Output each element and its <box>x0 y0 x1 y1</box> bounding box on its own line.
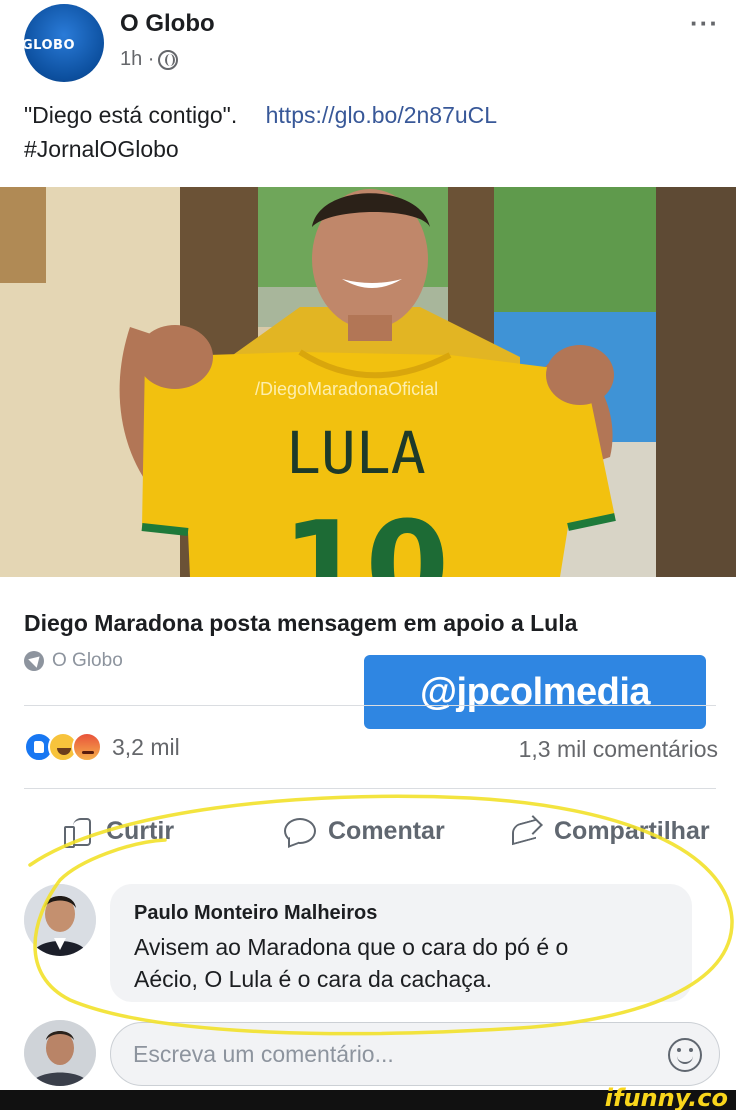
emoji-icon[interactable] <box>668 1038 702 1072</box>
page-name[interactable]: O Globo <box>120 10 215 38</box>
post-quote: "Diego está contigo". <box>24 102 238 128</box>
footer-bar: ifunny.co <box>0 1084 736 1110</box>
comment-button[interactable]: Comentar <box>282 800 445 862</box>
share-button[interactable]: Compartilhar <box>508 800 710 862</box>
post-photo[interactable]: /DiegoMaradonaOficial LULA 10 <box>0 187 736 577</box>
comment-input[interactable] <box>110 1022 720 1086</box>
comment-text: Avisem ao Maradona que o cara do pó é o … <box>134 931 668 995</box>
post-link[interactable]: https://glo.bo/2n87uCL <box>266 102 497 128</box>
article-title[interactable]: Diego Maradona posta mensagem em apoio a… <box>24 610 577 637</box>
user-avatar-image <box>24 1020 96 1086</box>
comment-line: Aécio, O Lula é o cara da cachaça. <box>134 966 492 992</box>
comment-bubble-icon <box>282 814 316 848</box>
reactions-summary[interactable]: 3,2 mil <box>24 732 180 762</box>
share-arrow-icon <box>508 814 542 848</box>
reaction-count: 3,2 mil <box>112 733 180 760</box>
post-actions: Curtir Comentar Compartilhar <box>0 800 736 862</box>
globe-icon <box>158 49 179 70</box>
comments-count[interactable]: 1,3 mil comentários <box>519 736 718 763</box>
article-source-name: O Globo <box>52 650 123 671</box>
watermark-badge: @jpcolmedia <box>364 655 706 729</box>
post-time[interactable]: 1h · <box>120 48 154 71</box>
post-text: "Diego está contigo". https://glo.bo/2n8… <box>24 98 714 166</box>
source-compass-icon <box>24 651 44 671</box>
user-avatar[interactable] <box>24 1020 96 1086</box>
like-label: Curtir <box>106 816 175 845</box>
photo-watermark-text: /DiegoMaradonaOficial <box>255 379 438 399</box>
divider <box>24 705 716 706</box>
commenter-avatar-image <box>24 884 96 956</box>
thumbs-up-icon <box>60 814 94 848</box>
photo-illustration: /DiegoMaradonaOficial LULA 10 <box>0 187 736 577</box>
avatar-logo-text: GLOBO <box>24 38 76 53</box>
ifunny-logo: ifunny.co <box>604 1084 728 1110</box>
post-hashtag[interactable]: #JornalOGlobo <box>24 136 179 162</box>
shirt-name-text: LULA <box>286 419 426 487</box>
like-button[interactable]: Curtir <box>60 800 174 862</box>
page-avatar[interactable]: GLOBO <box>24 4 104 82</box>
comment-label: Comentar <box>328 816 445 845</box>
comment-line: Avisem ao Maradona que o cara do pó é o <box>134 934 569 960</box>
comment-composer <box>0 1016 736 1090</box>
commenter-name[interactable]: Paulo Monteiro Malheiros <box>134 902 668 925</box>
shirt-number-text: 10 <box>282 497 449 577</box>
commenter-avatar[interactable] <box>24 884 96 956</box>
comment-item: Paulo Monteiro Malheiros Avisem ao Marad… <box>0 878 736 1008</box>
divider <box>24 788 716 789</box>
angry-reaction-icon <box>72 732 102 762</box>
article-source: O Globo <box>24 650 123 672</box>
comment-bubble: Paulo Monteiro Malheiros Avisem ao Marad… <box>110 884 692 1002</box>
post-header: GLOBO O Globo 1h · ··· <box>0 0 736 90</box>
share-label: Compartilhar <box>554 816 710 845</box>
post-meta: 1h · <box>120 48 179 71</box>
more-options-icon[interactable]: ··· <box>690 8 719 39</box>
